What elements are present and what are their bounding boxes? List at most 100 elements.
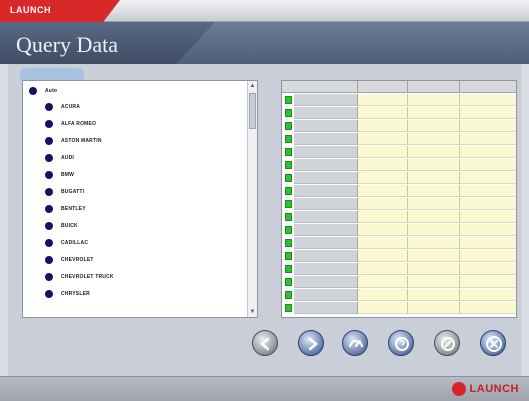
row-status-icon: [285, 135, 292, 143]
row-value-cell: [460, 302, 516, 314]
graph-button[interactable]: [342, 330, 368, 356]
back-button[interactable]: [252, 330, 278, 356]
row-value-cell: [358, 224, 408, 236]
tree-node-icon: [45, 222, 53, 230]
column-header-value: [358, 81, 408, 93]
tree-item-label: BUICK: [61, 223, 78, 229]
close-icon: [486, 336, 502, 352]
scroll-up-icon[interactable]: ▲: [249, 82, 256, 90]
row-value-cell: [358, 289, 408, 301]
row-name-cell: [294, 224, 358, 236]
row-value-cell: [358, 120, 408, 132]
row-value-cell: [358, 250, 408, 262]
row-value-cell: [460, 237, 516, 249]
table-row[interactable]: [282, 237, 516, 249]
tree-item[interactable]: BENTLEY: [45, 203, 86, 215]
row-value-cell: [460, 250, 516, 262]
table-row[interactable]: [282, 172, 516, 184]
row-value-cell: [358, 133, 408, 145]
tree-item-label: ASTON MARTIN: [61, 138, 102, 144]
row-name-cell: [294, 159, 358, 171]
tab-data[interactable]: [20, 68, 84, 80]
row-value-cell: [358, 237, 408, 249]
table-row[interactable]: [282, 198, 516, 210]
table-row[interactable]: [282, 250, 516, 262]
tree-node-icon: [45, 137, 53, 145]
row-value-cell: [358, 276, 408, 288]
brand-name: LAUNCH: [469, 383, 519, 395]
row-value-cell: [460, 289, 516, 301]
tree-item-label: CHRYSLER: [61, 291, 90, 297]
column-header-unit: [460, 81, 516, 93]
tree-item[interactable]: ACURA: [45, 101, 80, 113]
row-value-cell: [408, 263, 460, 275]
tree-item[interactable]: CHEVROLET TRUCK: [45, 271, 114, 283]
row-name-cell: [294, 185, 358, 197]
tree-item[interactable]: CHEVROLET: [45, 254, 94, 266]
tree-root-label: Auto: [45, 88, 58, 94]
table-row[interactable]: [282, 224, 516, 236]
row-name-cell: [294, 263, 358, 275]
tree-item-label: BUGATTI: [61, 189, 85, 195]
record-icon: [441, 337, 455, 351]
tree-root[interactable]: Auto: [29, 85, 57, 97]
tree-item-label: CHEVROLET TRUCK: [61, 274, 114, 280]
next-button[interactable]: [298, 330, 324, 356]
tree-item-label: CADILLAC: [61, 240, 89, 246]
app-badge: LAUNCH: [0, 0, 120, 22]
row-value-cell: [460, 94, 516, 106]
row-value-cell: [358, 94, 408, 106]
tree-item-label: ALFA ROMEO: [61, 121, 97, 127]
row-value-cell: [460, 224, 516, 236]
table-row[interactable]: [282, 146, 516, 158]
tree-item[interactable]: ALFA ROMEO: [45, 118, 96, 130]
row-value-cell: [460, 146, 516, 158]
row-status-icon: [285, 226, 292, 234]
row-name-cell: [294, 302, 358, 314]
table-row[interactable]: [282, 289, 516, 301]
table-row[interactable]: [282, 185, 516, 197]
tree-item[interactable]: CADILLAC: [45, 237, 88, 249]
table-row[interactable]: [282, 94, 516, 106]
arrow-left-icon: [260, 337, 270, 351]
row-value-cell: [460, 120, 516, 132]
footer-bar: [0, 376, 529, 401]
tree-scrollbar[interactable]: ▲ ▼: [247, 81, 257, 317]
tree-item-label: AUDI: [61, 155, 75, 161]
close-button[interactable]: [480, 330, 506, 356]
tree-node-icon: [45, 273, 53, 281]
row-value-cell: [460, 133, 516, 145]
data-grid: [281, 80, 517, 318]
row-name-cell: [294, 133, 358, 145]
tree-item[interactable]: BMW: [45, 169, 74, 181]
table-row[interactable]: [282, 120, 516, 132]
help-icon: [395, 337, 409, 351]
tree-item[interactable]: BUGATTI: [45, 186, 84, 198]
tree-item[interactable]: BUICK: [45, 220, 78, 232]
record-button[interactable]: [434, 330, 460, 356]
row-name-cell: [294, 237, 358, 249]
table-row[interactable]: [282, 159, 516, 171]
row-status-icon: [285, 96, 292, 104]
row-value-cell: [460, 172, 516, 184]
tree-item-label: CHEVROLET: [61, 257, 94, 263]
table-row[interactable]: [282, 276, 516, 288]
scroll-thumb[interactable]: [249, 93, 256, 129]
arrow-right-icon: [308, 337, 318, 351]
table-row[interactable]: [282, 263, 516, 275]
help-button[interactable]: [388, 330, 414, 356]
table-row[interactable]: [282, 302, 516, 314]
brand-logo: LAUNCH: [451, 382, 519, 396]
tree-item[interactable]: CHRYSLER: [45, 288, 90, 300]
table-row[interactable]: [282, 107, 516, 119]
row-status-icon: [285, 265, 292, 273]
table-row[interactable]: [282, 211, 516, 223]
table-row[interactable]: [282, 133, 516, 145]
row-value-cell: [358, 211, 408, 223]
row-value-cell: [460, 107, 516, 119]
tree-item[interactable]: AUDI: [45, 152, 74, 164]
row-value-cell: [358, 263, 408, 275]
tree-item[interactable]: ASTON MARTIN: [45, 135, 102, 147]
scroll-down-icon[interactable]: ▼: [249, 308, 256, 316]
row-value-cell: [460, 211, 516, 223]
